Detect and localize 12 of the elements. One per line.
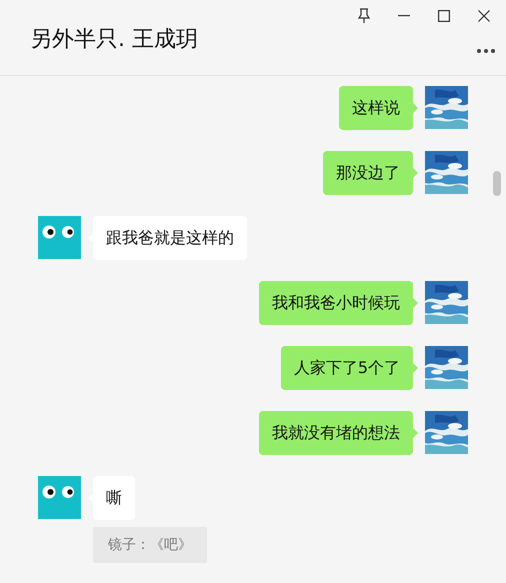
- cartoon-eyes-avatar-icon[interactable]: [38, 476, 81, 519]
- message-text: 我和我爸小时候玩: [272, 292, 400, 314]
- chat-title: 另外半只. 王成玥: [30, 26, 198, 54]
- cartoon-eyes-avatar-icon[interactable]: [38, 216, 81, 259]
- message-text: 那没边了: [336, 162, 400, 184]
- scrollbar[interactable]: [493, 171, 501, 196]
- message-text: 人家下了5个了: [294, 358, 400, 378]
- message-text: 嘶: [106, 488, 122, 508]
- message-text: 跟我爸就是这样的: [106, 228, 234, 248]
- message-text: 这样说: [352, 98, 400, 118]
- message-text: 我就没有堵的想法: [272, 422, 400, 444]
- quoted-message: 镜子：《吧》: [93, 527, 207, 563]
